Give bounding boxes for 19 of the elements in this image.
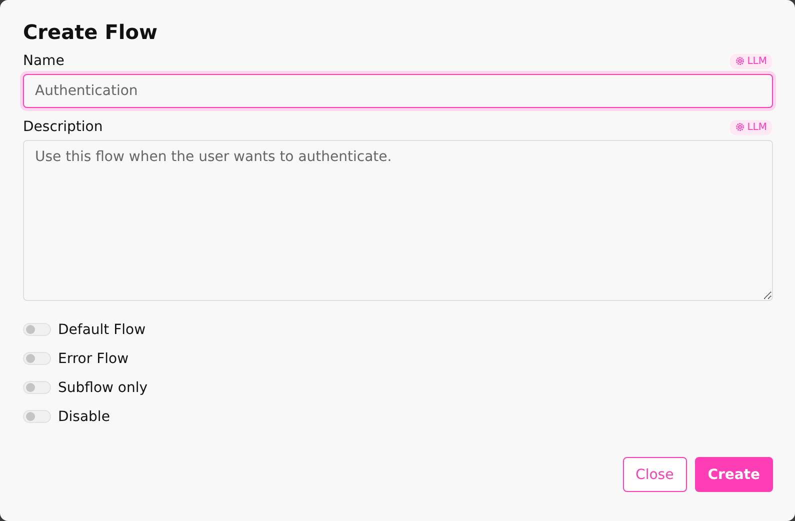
field-label: Name — [23, 53, 64, 69]
dialog-title: Create Flow — [23, 20, 158, 44]
toggle-switch[interactable] — [23, 381, 51, 394]
description-field[interactable]: Use this flow when the user wants to authenticate. — [23, 140, 773, 301]
gear-icon — [735, 122, 746, 132]
name-field[interactable]: Authentication — [23, 74, 773, 108]
llm-badge[interactable]: LLM — [730, 120, 772, 134]
create-button[interactable]: Create — [694, 457, 773, 492]
toggle-switch[interactable] — [23, 323, 51, 336]
toggle-switch[interactable] — [23, 352, 51, 365]
gear-icon — [735, 56, 746, 66]
toggle-label: Default Flow — [58, 322, 146, 338]
toggle-label: Subflow only — [58, 380, 148, 396]
toggle-switch[interactable] — [23, 410, 51, 423]
close-button[interactable]: Close — [622, 457, 687, 492]
field-label: Description — [23, 119, 103, 135]
toggle-label: Error Flow — [58, 350, 129, 366]
toggle-label: Disable — [58, 408, 110, 424]
llm-badge[interactable]: LLM — [730, 54, 772, 68]
